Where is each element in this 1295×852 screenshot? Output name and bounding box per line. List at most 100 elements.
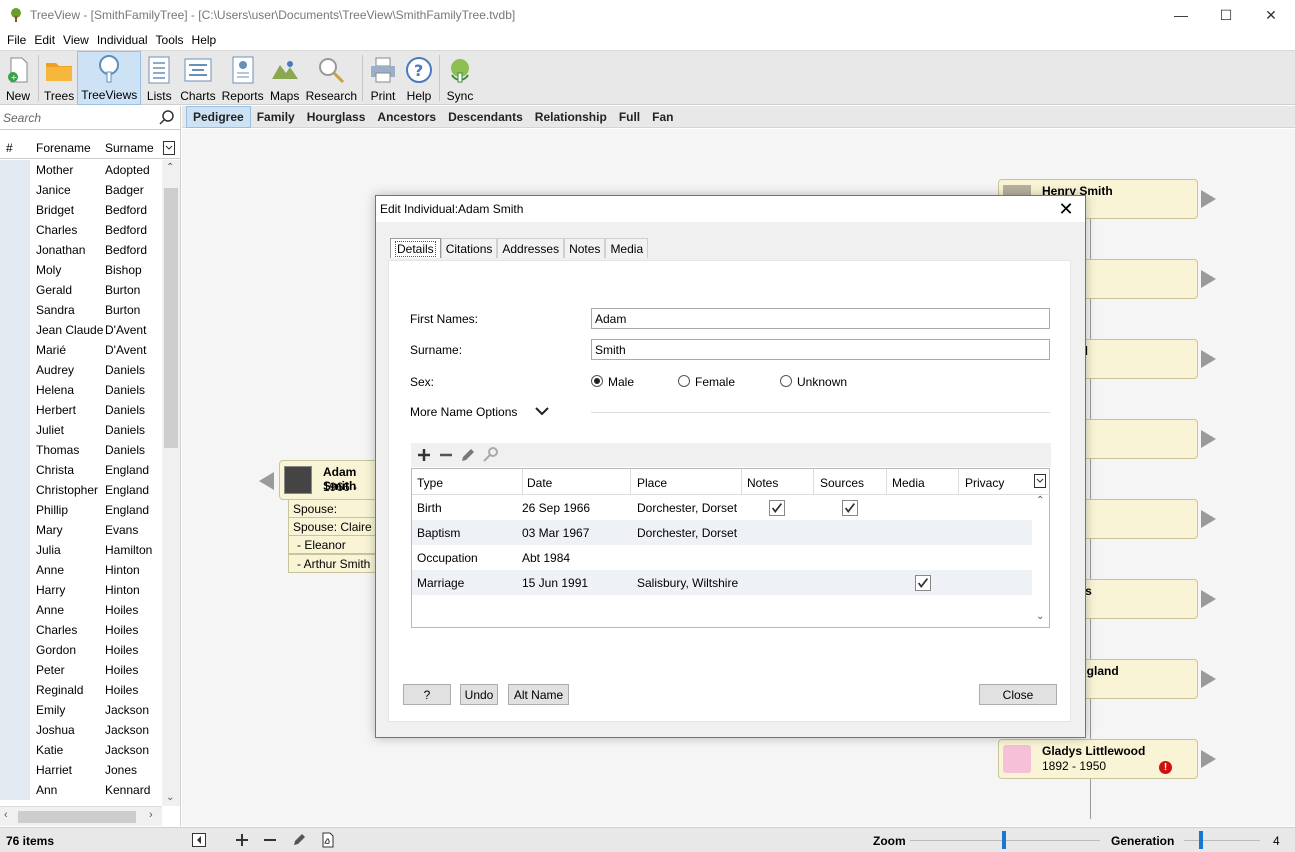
first-names-input[interactable]: Adam xyxy=(591,308,1050,329)
tab-family[interactable]: Family xyxy=(251,107,301,127)
list-item[interactable]: Christopher England xyxy=(0,480,162,500)
list-item[interactable]: Bridget Bedford xyxy=(0,200,162,220)
list-item[interactable]: Janice Badger xyxy=(0,180,162,200)
tab-addresses[interactable]: Addresses xyxy=(497,238,565,258)
child-arthur[interactable]: - Arthur Smith xyxy=(288,554,378,573)
col-notes[interactable]: Notes xyxy=(747,476,778,490)
tab-ancestors[interactable]: Ancestors xyxy=(371,107,442,127)
event-row[interactable]: Baptism 03 Mar 1967 Dorchester, Dorset xyxy=(412,520,1032,545)
events-scrollbar[interactable]: ⌃ ⌄ xyxy=(1032,495,1049,627)
list-item[interactable]: Mary Evans xyxy=(0,520,162,540)
minimize-button[interactable]: — xyxy=(1158,0,1204,30)
tab-hourglass[interactable]: Hourglass xyxy=(301,107,372,127)
col-date[interactable]: Date xyxy=(527,476,552,490)
charts-button[interactable]: Charts xyxy=(177,51,218,105)
edit-event-icon[interactable] xyxy=(459,446,477,464)
tab-citations[interactable]: Citations xyxy=(440,238,498,258)
expand-right-icon[interactable] xyxy=(1201,590,1216,608)
generation-slider-track[interactable] xyxy=(1184,840,1260,841)
list-vertical-scrollbar[interactable]: ⌃ ⌄ xyxy=(162,160,180,806)
dialog-close-icon[interactable]: ✕ xyxy=(1055,198,1077,220)
event-row[interactable]: Occupation Abt 1984 xyxy=(412,545,1032,570)
tab-descendants[interactable]: Descendants xyxy=(442,107,529,127)
list-item[interactable]: Audrey Daniels xyxy=(0,360,162,380)
tab-media[interactable]: Media xyxy=(605,238,649,258)
research-button[interactable]: Research xyxy=(303,51,360,105)
help-button[interactable]: ? Help xyxy=(401,51,437,105)
individuals-list[interactable]: Mother Adopted Janice Badger Bridget Bedford C… xyxy=(0,160,162,806)
add-event-icon[interactable] xyxy=(415,446,433,464)
tab-relationship[interactable]: Relationship xyxy=(529,107,613,127)
scroll-right-icon[interactable]: › xyxy=(149,809,153,821)
list-item[interactable]: Charles Bedford xyxy=(0,220,162,240)
expand-right-icon[interactable] xyxy=(1201,510,1216,528)
list-item[interactable]: Helena Daniels xyxy=(0,380,162,400)
chevron-down-icon[interactable] xyxy=(534,405,550,417)
generation-slider-thumb[interactable] xyxy=(1199,831,1203,849)
sex-unknown-radio[interactable] xyxy=(780,375,792,387)
list-item[interactable]: Katie Jackson xyxy=(0,740,162,760)
spouse-claire[interactable]: Spouse: Claire xyxy=(288,517,378,536)
list-item[interactable]: Jonathan Bedford xyxy=(0,240,162,260)
pdf-icon[interactable] xyxy=(320,832,336,848)
child-eleanor[interactable]: - Eleanor Smith xyxy=(288,535,378,566)
tab-pedigree[interactable]: Pedigree xyxy=(186,105,251,128)
collapse-panel-icon[interactable] xyxy=(191,832,207,848)
sex-female-radio[interactable] xyxy=(678,375,690,387)
list-item[interactable]: Gordon Hoiles xyxy=(0,640,162,660)
expand-right-icon[interactable] xyxy=(1201,750,1216,768)
navigate-left-icon[interactable] xyxy=(259,472,274,490)
list-item[interactable]: Thomas Daniels xyxy=(0,440,162,460)
tab-details[interactable]: Details xyxy=(390,238,441,258)
new-button[interactable]: + New xyxy=(0,51,36,105)
remove-event-icon[interactable] xyxy=(437,446,455,464)
sources-checkmark-icon[interactable] xyxy=(842,500,858,516)
trees-button[interactable]: Trees xyxy=(41,51,77,105)
sex-male-radio[interactable] xyxy=(591,375,603,387)
menu-file[interactable]: File xyxy=(3,33,30,47)
list-item[interactable]: Emily Jackson xyxy=(0,700,162,720)
list-item[interactable]: Marié D'Avent xyxy=(0,340,162,360)
menu-individual[interactable]: Individual xyxy=(93,33,152,47)
reports-button[interactable]: Reports xyxy=(219,51,267,105)
close-window-button[interactable]: ✕ xyxy=(1248,0,1294,30)
dialog-help-button[interactable]: ? xyxy=(403,684,451,705)
list-item[interactable]: Joshua Jackson xyxy=(0,720,162,740)
ancestor-node[interactable]: Gladys Littlewood 1892 - 1950! xyxy=(998,739,1198,779)
scroll-down-icon[interactable]: ⌄ xyxy=(166,792,174,803)
list-item[interactable]: Gerald Burton xyxy=(0,280,162,300)
maps-button[interactable]: Maps xyxy=(267,51,303,105)
list-item[interactable]: Anne Hoiles xyxy=(0,600,162,620)
list-item[interactable]: Charles Hoiles xyxy=(0,620,162,640)
event-row[interactable]: Birth 26 Sep 1966 Dorchester, Dorset xyxy=(412,495,1032,520)
expand-right-icon[interactable] xyxy=(1201,270,1216,288)
maximize-button[interactable]: ☐ xyxy=(1203,0,1249,30)
media-checkmark-icon[interactable] xyxy=(915,575,931,591)
undo-button[interactable]: Undo xyxy=(460,684,498,705)
list-item[interactable]: Mother Adopted xyxy=(0,160,162,180)
alt-name-button[interactable]: Alt Name xyxy=(508,684,569,705)
dialog-close-button[interactable]: Close xyxy=(979,684,1057,705)
expand-right-icon[interactable] xyxy=(1201,670,1216,688)
search-input[interactable]: Search xyxy=(0,111,158,125)
list-item[interactable]: Reginald Hoiles xyxy=(0,680,162,700)
list-item[interactable]: Peter Hoiles xyxy=(0,660,162,680)
sex-unknown-label[interactable]: Unknown xyxy=(797,375,847,389)
list-item[interactable]: Harry Hinton xyxy=(0,580,162,600)
list-item[interactable]: Jean Claude D'Avent xyxy=(0,320,162,340)
menu-help[interactable]: Help xyxy=(188,33,221,47)
menu-edit[interactable]: Edit xyxy=(30,33,59,47)
scroll-up-icon[interactable]: ⌃ xyxy=(166,162,174,173)
col-num[interactable]: # xyxy=(0,141,30,155)
more-name-options-label[interactable]: More Name Options xyxy=(410,405,517,419)
event-row[interactable]: Marriage 15 Jun 1991 Salisbury, Wiltshire xyxy=(412,570,1032,595)
search-icon[interactable] xyxy=(158,109,176,127)
list-item[interactable]: Harriet Jones xyxy=(0,760,162,780)
menu-tools[interactable]: Tools xyxy=(152,33,188,47)
list-item[interactable]: Moly Bishop xyxy=(0,260,162,280)
zoom-slider-thumb[interactable] xyxy=(1002,831,1006,849)
list-item[interactable]: Sandra Burton xyxy=(0,300,162,320)
root-person-node[interactable]: Adam Smith 1966 - xyxy=(279,460,389,500)
tab-notes[interactable]: Notes xyxy=(564,238,606,258)
list-item[interactable]: Ann Kennard xyxy=(0,780,162,800)
